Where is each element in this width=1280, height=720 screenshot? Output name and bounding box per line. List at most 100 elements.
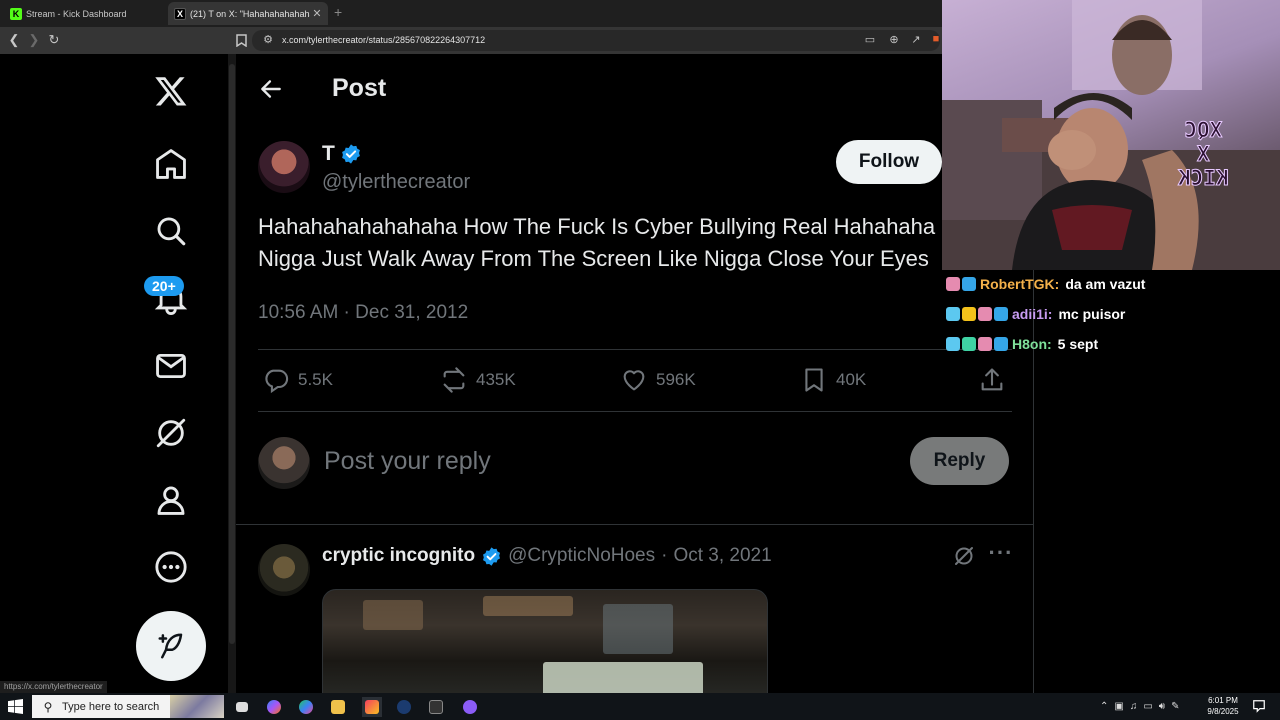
reply-author-name[interactable]: cryptic incognito	[322, 545, 475, 567]
steam-icon[interactable]	[394, 697, 414, 717]
post-text: Hahahahahahahaha How The Fuck Is Cyber B…	[258, 214, 936, 271]
tray-app-icon[interactable]: ▣	[1114, 701, 1123, 712]
zoom-icon[interactable]: ⊕	[886, 33, 902, 49]
volume-icon[interactable]: 🔊︎	[1159, 701, 1165, 712]
grok-icon[interactable]	[145, 407, 197, 459]
repost-count: 435K	[476, 370, 516, 389]
sword-badge-icon	[946, 337, 960, 351]
author-name[interactable]: T	[322, 142, 362, 166]
chat-overlay: RobertTGK: da am vazut adii1i: mc puisor…	[942, 270, 1280, 693]
x-logo[interactable]	[145, 65, 197, 117]
chat-text: da am vazut	[1065, 276, 1146, 292]
network-icon[interactable]: ▭	[1143, 701, 1152, 712]
feather-icon	[158, 633, 183, 659]
url-field[interactable]: ⚙ x.com/tylerthecreator/status/285670822…	[252, 30, 940, 51]
reply-author-handle[interactable]: @CrypticNoHoes	[508, 545, 655, 567]
chat-username[interactable]: RobertTGK:	[980, 276, 1059, 292]
og-badge-icon	[962, 337, 976, 351]
reply-author-avatar[interactable]	[258, 544, 310, 596]
heart-icon	[623, 370, 645, 391]
bookmark-icon[interactable]	[231, 30, 251, 50]
chat-text: 5 sept	[1057, 336, 1099, 352]
divider	[258, 411, 1012, 412]
like-action[interactable]: 596K	[620, 366, 696, 394]
forward-icon[interactable]: ❯	[24, 30, 44, 50]
scrollbar[interactable]	[228, 54, 236, 693]
x-icon: X	[174, 7, 186, 20]
windows-taskbar: ⚲ Type here to search ⌃ ▣ ♫ ▭ 🔊︎ ✎ 6:01 …	[0, 693, 1280, 720]
url-text: x.com/tylerthecreator/status/28567082226…	[282, 35, 486, 45]
audio-icon[interactable]: ♫	[1130, 701, 1138, 712]
author-handle[interactable]: @tylerthecreator	[322, 171, 470, 194]
sword-badge-icon	[946, 307, 960, 321]
compose-post-button[interactable]	[136, 611, 206, 681]
clock-time: 6:01 PM	[1208, 696, 1238, 705]
cast-icon[interactable]: ▭	[862, 33, 878, 49]
webcam-overlay: XQC X KICK	[942, 0, 1280, 270]
taskbar-clock[interactable]: 6:01 PM 9/8/2025	[1200, 695, 1246, 717]
chat-username[interactable]: H8on:	[1012, 336, 1052, 352]
task-view-icon[interactable]	[232, 697, 252, 717]
reply-icon	[265, 369, 289, 394]
follow-button[interactable]: Follow	[836, 140, 942, 184]
search-placeholder: Type here to search	[62, 700, 160, 713]
verified-badge-icon	[341, 144, 360, 164]
reply-media-image[interactable]	[322, 589, 768, 693]
taskbar-search[interactable]: ⚲ Type here to search	[32, 695, 224, 718]
copilot-app-icon[interactable]	[296, 697, 316, 717]
author-avatar[interactable]	[258, 141, 310, 193]
separator-dot: ·	[661, 545, 668, 566]
pen-icon[interactable]: ✎	[1171, 701, 1179, 712]
messages-icon[interactable]	[145, 340, 197, 392]
sub-badge-icon	[962, 277, 976, 291]
chat-message: adii1i: mc puisor	[946, 306, 1125, 322]
sub-badge-icon	[994, 307, 1008, 321]
back-icon[interactable]: ❮	[4, 30, 24, 50]
tab-x-post[interactable]: X (21) T on X: "Hahahahahahahaha ✕	[168, 2, 328, 25]
site-info-icon[interactable]: ⚙	[260, 33, 276, 49]
close-icon[interactable]: ✕	[310, 7, 324, 20]
windows-start-icon[interactable]	[8, 699, 23, 714]
back-arrow-icon[interactable]	[258, 76, 284, 102]
more-icon[interactable]	[145, 541, 197, 593]
repost-icon	[443, 367, 465, 393]
notification-center-icon[interactable]	[1252, 699, 1266, 713]
reply-header: cryptic incognito @CrypticNoHoes · Oct 3…	[322, 545, 772, 567]
tab-title: Stream - Kick Dashboard	[26, 8, 127, 19]
terminal-icon[interactable]	[426, 697, 446, 717]
obs-icon[interactable]	[460, 697, 480, 717]
new-tab-button[interactable]: +	[334, 4, 342, 20]
x-sidebar: 20+	[0, 54, 228, 693]
copilot-icon[interactable]	[264, 697, 284, 717]
post-timestamp[interactable]: 10:56 AM · Dec 31, 2012	[258, 302, 468, 324]
reply-date[interactable]: Oct 3, 2021	[673, 545, 771, 567]
search-icon[interactable]	[145, 205, 197, 257]
chat-message: RobertTGK: da am vazut	[946, 276, 1145, 292]
chat-message: H8on: 5 sept	[946, 336, 1098, 352]
badge-icon	[946, 277, 960, 291]
verified-badge-icon	[483, 546, 501, 566]
reload-icon[interactable]: ↻	[44, 30, 64, 50]
profile-icon[interactable]	[145, 474, 197, 526]
chevron-up-icon[interactable]: ⌃	[1100, 701, 1108, 712]
post-column: Post T @tylerthecreator Follow Hahahahah…	[236, 54, 1034, 693]
tab-kick-dashboard[interactable]: K Stream - Kick Dashboard	[4, 2, 167, 25]
home-icon[interactable]	[145, 138, 197, 190]
kick-icon: K	[10, 7, 22, 20]
scrollbar-thumb[interactable]	[229, 64, 235, 644]
chat-username[interactable]: adii1i:	[1012, 306, 1052, 322]
current-user-avatar[interactable]	[258, 437, 310, 489]
badge-icon	[978, 337, 992, 351]
chat-text: mc puisor	[1058, 306, 1126, 322]
browser-icon[interactable]	[362, 697, 382, 717]
repost-action[interactable]: 435K	[440, 366, 516, 394]
reply-action[interactable]: 5.5K	[262, 366, 333, 394]
clock-date: 9/8/2025	[1207, 707, 1239, 716]
file-explorer-icon[interactable]	[328, 697, 348, 717]
divider	[236, 524, 1033, 525]
share-icon[interactable]: ↗	[908, 33, 924, 49]
reply-input[interactable]: Post your reply	[324, 447, 491, 476]
bookmark-action[interactable]: 40K	[800, 366, 866, 394]
page-title: Post	[332, 74, 387, 102]
search-icon: ⚲	[43, 699, 53, 714]
